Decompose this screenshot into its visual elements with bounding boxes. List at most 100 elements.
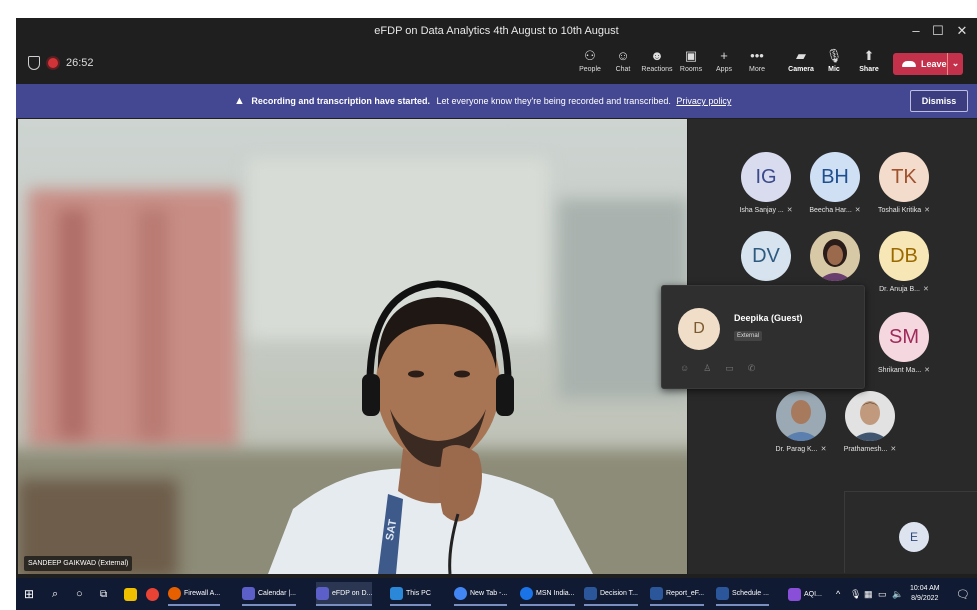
taskbar-app-calendar[interactable]: Calendar |... — [242, 582, 297, 606]
recording-banner: ▲ Recording and transcription have start… — [16, 84, 977, 118]
edge-icon — [520, 586, 533, 600]
tray-volume-icon[interactable]: 🔈 — [892, 582, 903, 606]
participant-tile[interactable]: Dr. Parag K... ✕ — [761, 391, 841, 453]
taskbar-app-label: Calendar |... — [258, 589, 297, 597]
chrome-icon[interactable] — [146, 582, 159, 606]
taskbar-app-msn[interactable]: MSN India... — [520, 582, 575, 606]
taskbar-app-aqi[interactable]: AQI... — [788, 582, 822, 606]
mic-label: Mic — [828, 66, 840, 73]
avatar: BH — [810, 152, 860, 202]
clock-date: 8/9/2022 — [911, 595, 939, 602]
word-icon — [584, 586, 597, 600]
avatar: TK — [879, 152, 929, 202]
rooms-button[interactable]: ▣ Rooms — [674, 48, 708, 80]
org-chart-icon[interactable]: ♙ — [703, 363, 711, 374]
participant-name: Dr. Anuja B... — [879, 286, 920, 293]
leave-button[interactable]: Leave ⌄ — [893, 53, 963, 75]
tray-mic-icon[interactable]: 🎙 — [850, 582, 861, 606]
windows-start-icon[interactable]: ⊞ — [24, 582, 34, 606]
avatar: DV — [741, 231, 791, 281]
participant-tile[interactable]: SM Shrikant Ma... ✕ — [864, 312, 944, 374]
tray-display-icon[interactable]: ▭ — [878, 582, 887, 606]
chrome-icon — [454, 586, 467, 600]
avatar-photo — [776, 391, 826, 441]
chevron-down-icon[interactable]: ⌄ — [947, 53, 963, 75]
teams-meeting-window: eFDP on Data Analytics 4th August to 10t… — [16, 18, 977, 578]
rooms-label: Rooms — [679, 66, 703, 73]
teams-icon — [316, 586, 329, 600]
title-bar: eFDP on Data Analytics 4th August to 10t… — [16, 18, 977, 44]
close-button[interactable]: ✕ — [948, 22, 976, 40]
tray-chevron-icon[interactable]: ^ — [836, 582, 840, 606]
participant-tile[interactable]: Prathamesh... ✕ — [830, 391, 910, 453]
external-badge: External — [734, 331, 763, 341]
reactions-label: Reactions — [641, 66, 673, 73]
firefox-icon — [168, 586, 181, 600]
word-icon — [716, 586, 729, 600]
participant-tile[interactable]: IG Isha Sanjay ... ✕ — [726, 152, 806, 214]
camera-button[interactable]: ▰ Camera — [784, 48, 818, 80]
share-button[interactable]: ⬆ Share — [852, 48, 886, 80]
participant-tile[interactable] — [795, 231, 875, 281]
taskbar-app-label: Decision T... — [600, 589, 638, 597]
participant-name: Shrikant Ma... — [877, 367, 922, 374]
privacy-policy-link[interactable]: Privacy policy — [676, 96, 731, 106]
participant-tile[interactable]: TK Toshali Kritika ✕ — [864, 152, 944, 214]
participant-tile[interactable]: DV — [726, 231, 806, 281]
clock-time: 10:04 AM — [910, 585, 940, 592]
taskbar-app-efdp[interactable]: eFDP on D... — [316, 582, 373, 606]
participant-name: Toshali Kritika — [877, 207, 922, 214]
word-icon — [650, 586, 663, 600]
apps-button[interactable]: + Apps — [707, 48, 741, 80]
participant-name: Dr. Parag K... — [775, 446, 818, 453]
dismiss-button[interactable]: Dismiss — [910, 90, 968, 112]
avatar: D — [678, 308, 720, 350]
taskbar-app-firewall[interactable]: Firewall A... — [168, 582, 221, 606]
video-call-icon[interactable]: ▭ — [725, 363, 734, 374]
self-view-tile[interactable]: E — [844, 491, 977, 573]
taskbar-app-new-tab[interactable]: New Tab -... — [454, 582, 508, 606]
more-button[interactable]: ••• More — [740, 48, 774, 80]
leave-label: Leave — [921, 59, 947, 69]
chat-icon: ☺ — [616, 48, 630, 63]
reactions-button[interactable]: ☻ Reactions — [640, 48, 674, 80]
meeting-toolbar: 26:52 ⚇ People ☺ Chat ☻ Reactions ▣ Room… — [16, 44, 977, 84]
participant-tile[interactable]: DB Dr. Anuja B... ✕ — [864, 231, 944, 293]
chat-icon[interactable]: ☺ — [680, 363, 689, 374]
presenter-silhouette — [268, 280, 593, 574]
people-button[interactable]: ⚇ People — [573, 48, 607, 80]
rooms-icon: ▣ — [684, 48, 698, 63]
taskbar-app-label: MSN India... — [536, 589, 575, 597]
file-explorer-icon — [390, 586, 403, 600]
taskbar-clock[interactable]: 10:04 AM 8/9/2022 — [910, 584, 940, 604]
sticky-notes-icon[interactable] — [124, 582, 137, 606]
taskbar-app-schedule[interactable]: Schedule ... — [716, 582, 769, 606]
window-title: eFDP on Data Analytics 4th August to 10t… — [374, 25, 619, 37]
windows-taskbar: ⊞ ⌕ ○ ⧉ Firewall A... Calendar |... eFDP… — [16, 578, 977, 610]
avatar-photo — [845, 391, 895, 441]
mic-off-icon: ✕ — [924, 207, 931, 214]
taskbar-app-this-pc[interactable]: This PC — [390, 582, 431, 606]
audio-call-icon[interactable]: ✆ — [748, 363, 756, 374]
participant-name: Prathamesh... — [843, 446, 888, 453]
mic-off-icon: ✕ — [786, 207, 793, 214]
notifications-icon[interactable]: 🗨 — [956, 582, 970, 606]
taskbar-app-label: Schedule ... — [732, 589, 769, 597]
mic-button[interactable]: 🎙 Mic — [817, 48, 851, 80]
warning-icon: ▲ — [234, 95, 245, 107]
taskbar-app-report[interactable]: Report_eF... — [650, 582, 705, 606]
participant-tile[interactable]: BH Beecha Har... ✕ — [795, 152, 875, 214]
taskbar-app-label: New Tab -... — [470, 589, 508, 597]
cortana-icon[interactable]: ○ — [76, 582, 83, 606]
search-icon[interactable]: ⌕ — [52, 582, 58, 606]
people-label: People — [579, 66, 601, 73]
recording-icon — [48, 58, 58, 68]
apps-label: Apps — [716, 66, 732, 73]
participant-name: Isha Sanjay ... — [739, 207, 784, 214]
chat-button[interactable]: ☺ Chat — [606, 48, 640, 80]
taskbar-app-label: Firewall A... — [184, 589, 221, 597]
taskbar-app-label: This PC — [406, 589, 431, 597]
task-view-icon[interactable]: ⧉ — [100, 582, 107, 606]
taskbar-app-decision[interactable]: Decision T... — [584, 582, 638, 606]
tray-network-icon[interactable]: ▦ — [864, 582, 873, 606]
